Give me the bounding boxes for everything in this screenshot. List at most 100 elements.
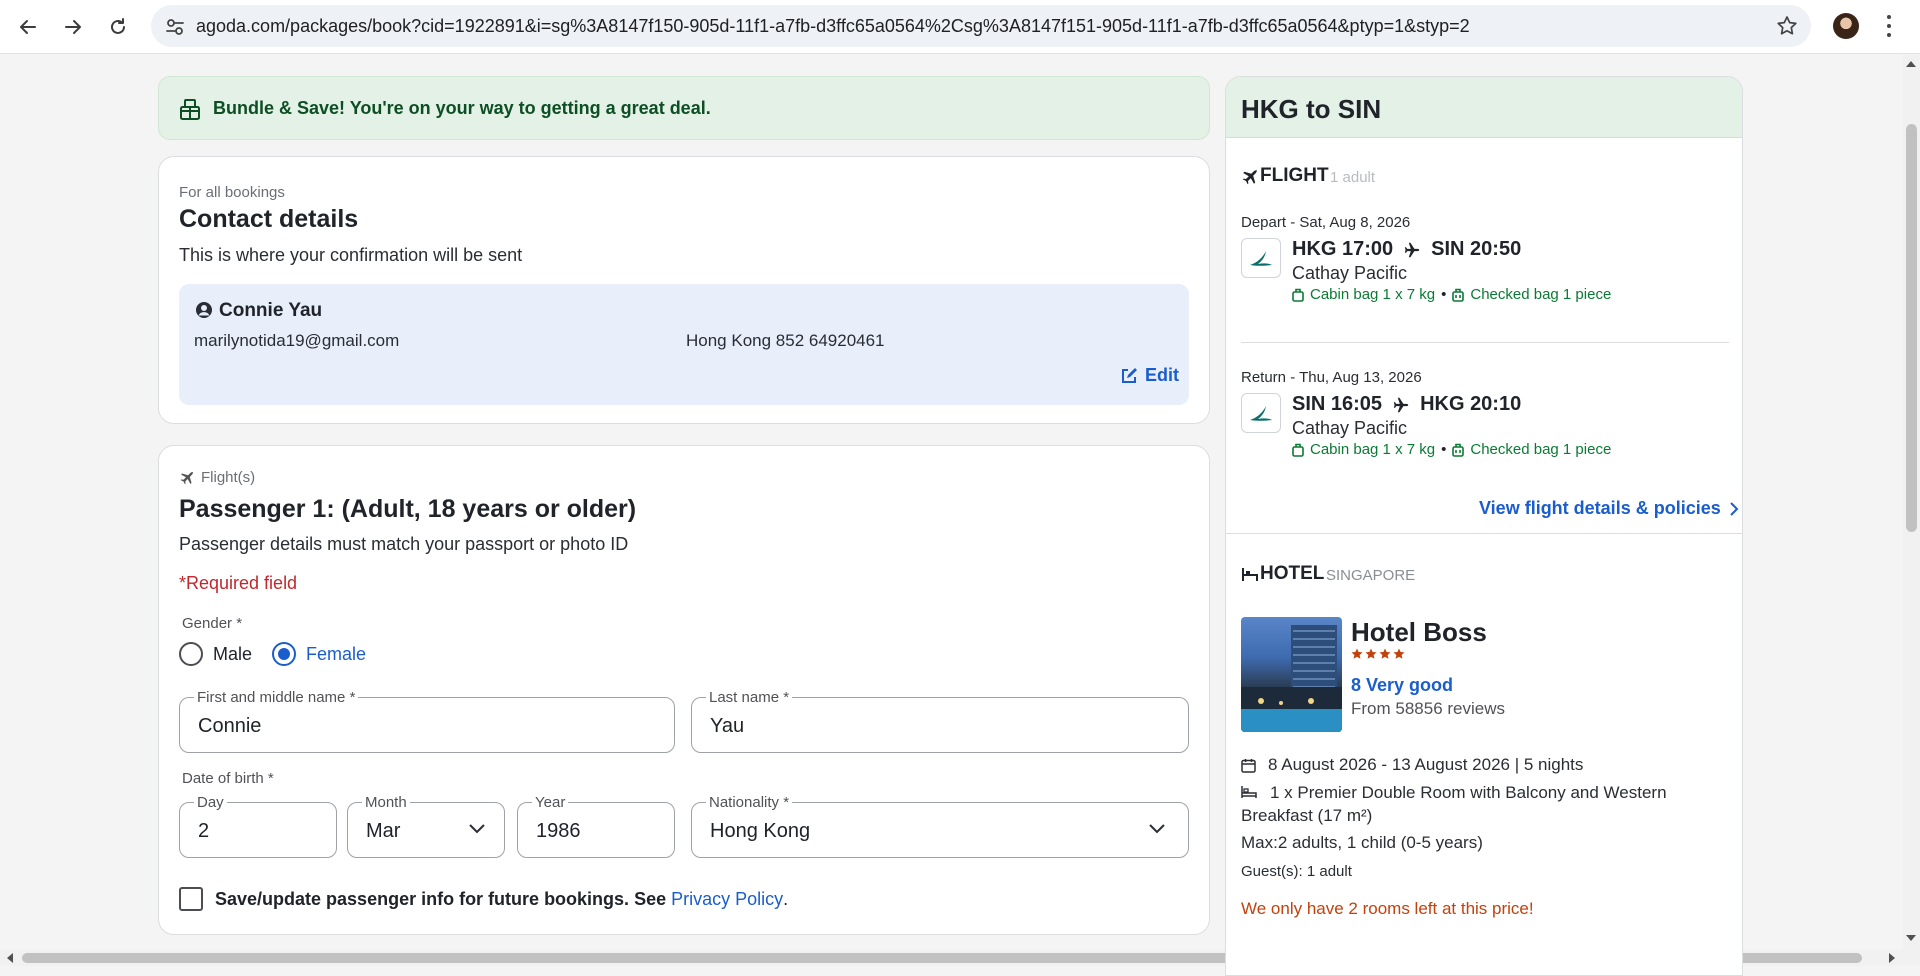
hotel-stars: [1351, 648, 1405, 660]
contact-email: marilynotida19@gmail.com: [194, 331, 400, 350]
scroll-down-arrow-icon[interactable]: [1905, 934, 1917, 944]
browser-menu-icon[interactable]: [1886, 15, 1892, 37]
profile-avatar[interactable]: [1833, 13, 1859, 39]
contact-name: Connie Yau: [219, 300, 323, 321]
male-label: Male: [213, 643, 253, 664]
dob-label: Date of birth *: [182, 770, 274, 787]
arrow-plane-icon: [1404, 242, 1420, 257]
edit-contact-button[interactable]: Edit: [1120, 365, 1179, 386]
year-label: Year: [532, 794, 569, 811]
scroll-left-arrow-icon[interactable]: [4, 952, 14, 964]
dob-day-field[interactable]: Day 2: [179, 794, 337, 858]
year-value: 1986: [536, 820, 581, 842]
first-name-value: Connie: [198, 715, 262, 737]
depart-label: Depart - Sat, Aug 8, 2026: [1241, 214, 1411, 231]
view-flight-details-label: View flight details & policies: [1479, 498, 1721, 518]
flight-divider: [1241, 342, 1729, 343]
reload-icon[interactable]: [105, 14, 131, 40]
return-checked-bag: Checked bag 1 piece: [1470, 441, 1612, 458]
last-name-label: Last name *: [706, 689, 793, 706]
depart-from: HKG 17:00: [1292, 238, 1394, 260]
dob-year-field[interactable]: Year 1986: [517, 794, 675, 858]
plane-icon: [180, 471, 194, 485]
privacy-period: .: [783, 888, 789, 909]
stay-dates-row: 8 August 2026 - 13 August 2026 | 5 night…: [1241, 755, 1583, 775]
hotel-rating[interactable]: 8 Very good: [1351, 675, 1453, 696]
cathay-logo: [1241, 238, 1281, 278]
depart-to: SIN 20:50: [1431, 238, 1522, 260]
back-icon[interactable]: [15, 14, 41, 40]
hotel-name[interactable]: Hotel Boss: [1351, 617, 1487, 648]
chevron-right-icon: [1730, 501, 1739, 516]
address-bar[interactable]: agoda.com/packages/book?cid=1922891&i=sg…: [151, 5, 1811, 47]
star-icon: [1365, 648, 1377, 659]
passenger-subtitle: Passenger details must match your passpo…: [179, 534, 629, 554]
star-icon: [1393, 648, 1405, 659]
edit-pencil-icon: [1122, 367, 1137, 383]
max-occupancy: Max:2 adults, 1 child (0-5 years): [1241, 833, 1483, 852]
urgency-message: We only have 2 rooms left at this price!: [1241, 899, 1534, 918]
passenger-card: Flight(s) Passenger 1: (Adult, 18 years …: [158, 445, 1210, 935]
female-label: Female: [306, 643, 367, 664]
nationality-select[interactable]: Nationality * Hong Kong: [691, 794, 1189, 858]
save-info-checkbox[interactable]: [179, 887, 203, 911]
star-icon: [1351, 648, 1363, 659]
depart-checked-bag: Checked bag 1 piece: [1470, 286, 1612, 303]
dob-month-select[interactable]: Month Mar: [347, 794, 505, 858]
star-icon: [1379, 648, 1391, 659]
flight-pax: 1 adult: [1330, 169, 1376, 186]
forward-icon[interactable]: [60, 14, 86, 40]
view-flight-details-link[interactable]: View flight details & policies: [1479, 498, 1739, 519]
chevron-down-icon: [1149, 824, 1165, 834]
summary-header: HKG to SIN: [1226, 77, 1742, 138]
checked-bag-icon: [1452, 443, 1465, 457]
hotel-heading: HOTEL: [1260, 563, 1325, 584]
hotel-photo[interactable]: [1241, 617, 1342, 732]
return-to: HKG 20:10: [1420, 393, 1522, 415]
browser-toolbar: agoda.com/packages/book?cid=1922891&i=sg…: [0, 0, 1920, 54]
male-radio[interactable]: [179, 642, 203, 666]
nationality-label: Nationality *: [706, 794, 793, 811]
cabin-bag-icon: [1292, 288, 1304, 302]
bookmark-star-icon[interactable]: [1775, 14, 1799, 38]
bundle-save-banner: Bundle & Save! You're on your way to get…: [158, 76, 1210, 140]
depart-baggage: Cabin bag 1 x 7 kg • Checked bag 1 piece: [1292, 286, 1611, 303]
required-field-note: *Required field: [179, 573, 298, 593]
depart-cabin-bag: Cabin bag 1 x 7 kg: [1310, 286, 1436, 303]
flight-heading: FLIGHT: [1260, 165, 1329, 186]
first-name-field[interactable]: First and middle name * Connie: [179, 689, 675, 753]
stay-dates: 8 August 2026 - 13 August 2026 | 5 night…: [1268, 755, 1584, 774]
gender-option-female[interactable]: Female: [272, 642, 366, 666]
route-title: HKG to SIN: [1241, 94, 1382, 124]
passenger-overline: Flight(s): [201, 469, 256, 486]
hotel-reviews: From 58856 reviews: [1351, 699, 1506, 718]
save-info-text: Save/update passenger info for future bo…: [215, 888, 667, 909]
vertical-scrollbar-thumb[interactable]: [1906, 124, 1917, 532]
day-label: Day: [194, 794, 227, 811]
hotel-bed-icon: [1242, 568, 1258, 581]
cabin-bag-icon: [1292, 443, 1304, 457]
privacy-policy-link[interactable]: Privacy Policy: [671, 889, 783, 910]
hotel-city: SINGAPORE: [1326, 567, 1416, 584]
edit-label: Edit: [1145, 365, 1179, 385]
gender-label: Gender *: [182, 615, 243, 632]
female-radio[interactable]: [272, 642, 296, 666]
site-settings-icon[interactable]: [164, 16, 186, 38]
depart-airline: Cathay Pacific: [1292, 263, 1408, 283]
gift-bundle-icon: [180, 99, 200, 120]
first-name-label: First and middle name *: [194, 689, 359, 706]
passenger-title: Passenger 1: (Adult, 18 years or older): [179, 495, 637, 523]
scroll-right-arrow-icon[interactable]: [1888, 952, 1898, 964]
gender-option-male[interactable]: Male: [179, 642, 252, 666]
contact-overline: For all bookings: [179, 184, 285, 201]
return-baggage: Cabin bag 1 x 7 kg • Checked bag 1 piece: [1292, 441, 1611, 458]
return-label: Return - Thu, Aug 13, 2026: [1241, 369, 1422, 386]
scroll-up-arrow-icon[interactable]: [1905, 58, 1917, 68]
contact-phone: Hong Kong 852 64920461: [686, 331, 885, 350]
contact-subtitle: This is where your confirmation will be …: [179, 245, 523, 265]
chevron-down-icon: [469, 824, 485, 834]
banner-text: Bundle & Save! You're on your way to get…: [213, 98, 711, 118]
cathay-logo: [1241, 393, 1281, 433]
last-name-field[interactable]: Last name * Yau: [691, 689, 1189, 753]
room-description: 1 x Premier Double Room with Balcony and…: [1241, 783, 1667, 825]
